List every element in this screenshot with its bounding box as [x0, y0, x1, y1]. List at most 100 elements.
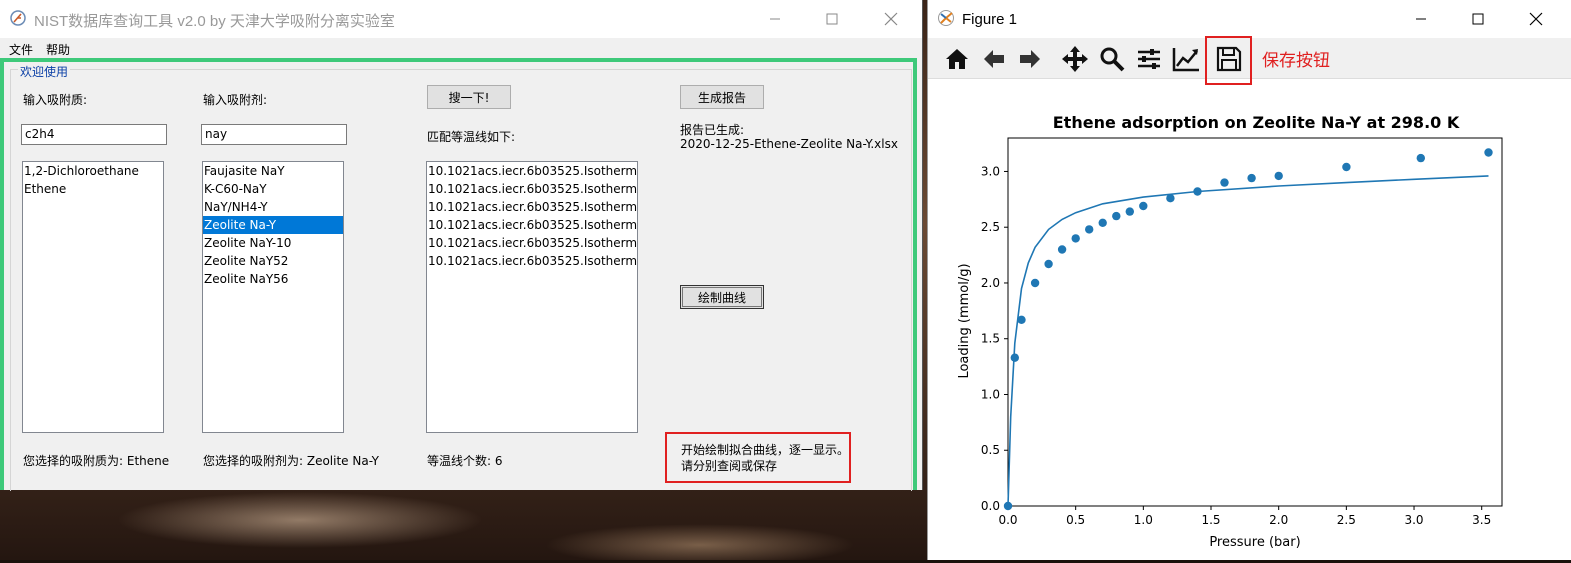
y-tick-label: 2.5 [981, 220, 1000, 234]
data-point [1017, 315, 1026, 324]
forward-button[interactable] [1015, 44, 1045, 74]
list-item[interactable]: 10.1021acs.iecr.6b03525.Isotherm8 [427, 234, 637, 252]
data-point [1484, 148, 1493, 157]
list-item[interactable]: Zeolite NaY56 [203, 270, 343, 288]
list-item[interactable]: NaY/NH4-Y [203, 198, 343, 216]
list-item[interactable]: 10.1021acs.iecr.6b03525.Isotherm17 [427, 216, 637, 234]
adsorbent-label: 输入吸附剂: [203, 93, 268, 107]
y-tick-label: 0.0 [981, 499, 1000, 513]
data-point [1010, 353, 1019, 362]
close-icon [884, 12, 898, 26]
save-annotation-label: 保存按钮 [1262, 51, 1330, 71]
x-tick-label: 2.5 [1337, 513, 1356, 527]
list-item[interactable]: Zeolite NaY52 [203, 252, 343, 270]
isotherm-listbox[interactable]: 10.1021acs.iecr.6b03525.Isotherm10 10.10… [426, 161, 638, 433]
close-button[interactable] [876, 6, 906, 32]
plot-curve-button[interactable]: 绘制曲线 [680, 285, 764, 309]
y-axis-label: Loading (mmol/g) [957, 263, 972, 378]
data-point [1247, 173, 1256, 183]
data-point [1342, 162, 1351, 172]
x-tick-label: 0.5 [1066, 513, 1085, 527]
edit-axis-icon [1172, 48, 1199, 72]
plot-canvas[interactable]: Ethene adsorption on Zeolite Na-Y at 298… [928, 79, 1571, 560]
minimize-icon [1416, 18, 1426, 20]
list-item[interactable]: 10.1021acs.iecr.6b03525.Isotherm10 [427, 162, 637, 180]
window-title: NIST数据库查询工具 v2.0 by 天津大学吸附分离实验室 [34, 13, 395, 30]
x-tick-label: 3.5 [1472, 513, 1491, 527]
configure-subplots-icon [1138, 49, 1160, 69]
back-arrow-icon [984, 50, 1004, 68]
chart-title: Ethene adsorption on Zeolite Na-Y at 298… [1053, 113, 1460, 132]
zoom-button[interactable] [1097, 44, 1127, 74]
list-item[interactable]: Faujasite NaY [203, 162, 343, 180]
data-point [1085, 225, 1094, 234]
adsorbent-listbox[interactable]: Faujasite NaY K-C60-NaY NaY/NH4-Y Zeolit… [202, 161, 344, 433]
back-button[interactable] [979, 44, 1009, 74]
status-message-box: 开始绘制拟合曲线，逐一显示。 请分别查阅或保存 [665, 432, 851, 483]
report-status-label: 报告已生成: [680, 123, 745, 137]
zoom-icon [1100, 47, 1125, 72]
figure-title: Figure 1 [962, 11, 1018, 28]
selected-adsorbate-text: 您选择的吸附质为: Ethene [23, 454, 170, 468]
title-bar[interactable]: NIST数据库查询工具 v2.0 by 天津大学吸附分离实验室 [0, 0, 922, 38]
figure-minimize-button[interactable] [1406, 6, 1436, 32]
y-tick-label: 0.5 [981, 443, 1000, 457]
configure-subplots-button[interactable] [1134, 44, 1164, 74]
data-point [1030, 278, 1040, 288]
search-button[interactable]: 搜一下! [427, 85, 511, 109]
edit-axis-button[interactable] [1171, 44, 1201, 74]
x-tick-label: 1.5 [1201, 513, 1220, 527]
generate-report-button[interactable]: 生成报告 [680, 85, 764, 109]
list-item[interactable]: 1,2-Dichloroethane [23, 162, 163, 180]
figure-window: Figure 1 保存按钮 Ethene adsorption on Zeoli… [927, 0, 1571, 560]
menu-bar: 文件 帮助 [0, 38, 922, 58]
x-tick-label: 2.0 [1269, 513, 1288, 527]
maximize-button[interactable] [817, 6, 847, 32]
data-point [1139, 201, 1148, 211]
list-item[interactable]: 10.1021acs.iecr.6b03525.Isotherm9 [427, 252, 637, 270]
data-point [1166, 194, 1175, 203]
status-line-2: 请分别查阅或保存 [681, 459, 778, 473]
data-point [1003, 501, 1013, 511]
adsorbent-input[interactable]: nay [201, 124, 347, 145]
menu-help[interactable]: 帮助 [46, 41, 70, 58]
home-button[interactable] [942, 44, 972, 74]
save-button-highlight [1205, 36, 1252, 85]
data-point [1112, 211, 1121, 221]
maximize-icon [1472, 13, 1484, 25]
x-tick-label: 0.0 [998, 513, 1017, 527]
adsorbate-listbox[interactable]: 1,2-Dichloroethane Ethene [22, 161, 164, 433]
axes-frame [1007, 137, 1503, 507]
close-icon [1529, 12, 1543, 26]
figure-maximize-button[interactable] [1463, 6, 1493, 32]
maximize-icon [826, 13, 838, 25]
data-point [1057, 245, 1067, 254]
data-point [1416, 153, 1425, 163]
x-tick-label: 1.0 [1134, 513, 1153, 527]
pan-button[interactable] [1060, 44, 1090, 74]
y-tick-label: 2.0 [981, 276, 1000, 290]
menu-file[interactable]: 文件 [9, 41, 33, 58]
list-item[interactable]: Zeolite NaY-10 [203, 234, 343, 252]
minimize-button[interactable] [760, 6, 790, 32]
list-item-selected[interactable]: Zeolite Na-Y [203, 216, 343, 234]
matplotlib-icon [938, 10, 954, 26]
report-filename: 2020-12-25-Ethene-Zeolite Na-Y.xlsx [680, 137, 898, 151]
data-point [1193, 187, 1202, 196]
list-item[interactable]: 10.1021acs.iecr.6b03525.Isotherm16 [427, 198, 637, 216]
home-icon [946, 49, 968, 69]
group-title: 欢迎使用 [18, 63, 71, 80]
data-point [1071, 234, 1080, 243]
adsorbate-label: 输入吸附质: [23, 93, 88, 107]
matched-isotherms-label: 匹配等温线如下: [427, 130, 516, 144]
figure-close-button[interactable] [1521, 6, 1551, 32]
y-tick-label: 1.5 [981, 332, 1000, 346]
x-tick-label: 3.0 [1404, 513, 1423, 527]
list-item[interactable]: 10.1021acs.iecr.6b03525.Isotherm11 [427, 180, 637, 198]
list-item[interactable]: K-C60-NaY [203, 180, 343, 198]
adsorbate-input[interactable]: c2h4 [21, 124, 167, 145]
minimize-icon [770, 18, 780, 20]
figure-title-bar[interactable]: Figure 1 [928, 0, 1571, 38]
list-item[interactable]: Ethene [23, 180, 163, 198]
x-axis-label: Pressure (bar) [1209, 535, 1300, 550]
